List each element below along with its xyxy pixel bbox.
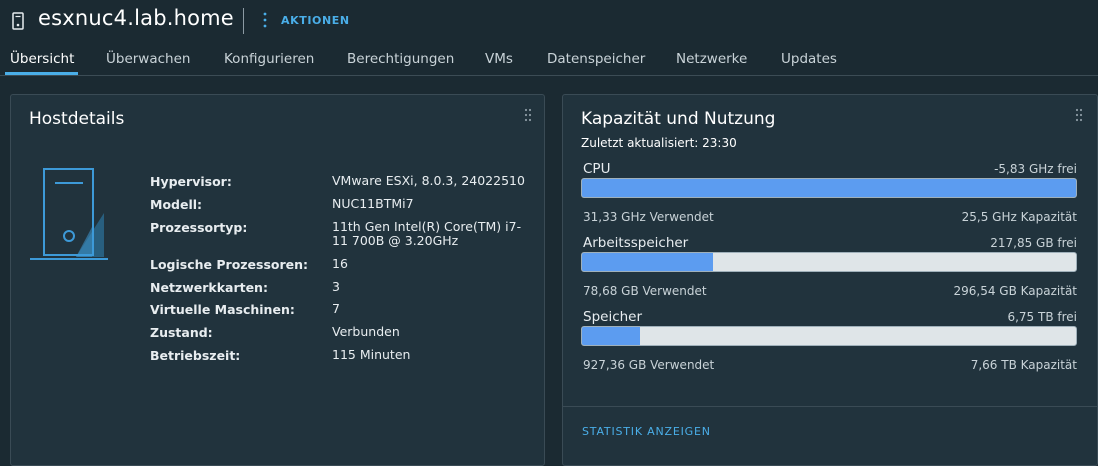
cpu-used: 31,33 GHz Verwendet bbox=[583, 210, 714, 224]
detail-value-processor-type: 11th Gen Intel(R) Core(TM) i7-11 700B @ … bbox=[332, 219, 522, 248]
storage-usage-bar bbox=[581, 326, 1077, 346]
server-illustration-icon bbox=[30, 168, 108, 260]
tab-updates[interactable]: Updates bbox=[781, 51, 837, 67]
card-footer-divider bbox=[563, 406, 1097, 407]
view-statistics-link[interactable]: STATISTIK ANZEIGEN bbox=[582, 425, 711, 438]
detail-label-virtual-machines: Virtuelle Maschinen: bbox=[150, 302, 295, 317]
detail-value-hypervisor: VMware ESXi, 8.0.3, 24022510 bbox=[332, 173, 525, 188]
memory-used: 78,68 GB Verwendet bbox=[583, 284, 707, 298]
actions-button[interactable]: AKTIONEN bbox=[281, 14, 350, 27]
storage-used: 927,36 GB Verwendet bbox=[583, 358, 715, 372]
host-details-title: Hostdetails bbox=[29, 109, 125, 129]
detail-label-model: Modell: bbox=[150, 197, 203, 212]
memory-capacity: 296,54 GB Kapazität bbox=[953, 284, 1077, 298]
detail-value-state: Verbunden bbox=[332, 324, 400, 339]
memory-usage-fill bbox=[582, 253, 713, 271]
detail-value-logical-processors: 16 bbox=[332, 256, 348, 271]
drag-handle-icon[interactable] bbox=[1075, 108, 1083, 122]
memory-label: Arbeitsspeicher bbox=[583, 235, 689, 251]
page-title: esxnuc4.lab.home bbox=[38, 6, 234, 30]
memory-free: 217,85 GB frei bbox=[990, 236, 1077, 250]
host-icon bbox=[12, 12, 24, 30]
drag-handle-icon[interactable] bbox=[524, 108, 532, 122]
tab-vms[interactable]: VMs bbox=[485, 51, 513, 67]
detail-label-uptime: Betriebszeit: bbox=[150, 348, 241, 363]
detail-value-virtual-machines: 7 bbox=[332, 301, 340, 316]
tab-configure[interactable]: Konfigurieren bbox=[224, 51, 314, 67]
tab-monitor[interactable]: Überwachen bbox=[106, 51, 190, 67]
cpu-usage-bar bbox=[581, 178, 1077, 198]
detail-label-processor-type: Prozessortyp: bbox=[150, 220, 248, 235]
tab-overview[interactable]: Übersicht bbox=[10, 51, 74, 67]
memory-usage-bar bbox=[581, 252, 1077, 272]
tab-networks[interactable]: Netzwerke bbox=[676, 51, 747, 67]
detail-label-logical-processors: Logische Prozessoren: bbox=[150, 257, 309, 272]
storage-capacity: 7,66 TB Kapazität bbox=[970, 358, 1077, 372]
tab-datastores[interactable]: Datenspeicher bbox=[547, 51, 645, 67]
kebab-menu-icon[interactable] bbox=[263, 12, 267, 28]
active-tab-indicator bbox=[5, 72, 78, 75]
detail-label-state: Zustand: bbox=[150, 325, 213, 340]
host-details-card: Hostdetails Hypervisor: VMware ESXi, 8.0… bbox=[10, 94, 545, 466]
tab-permissions[interactable]: Berechtigungen bbox=[347, 51, 454, 67]
page-header: esxnuc4.lab.home AKTIONEN bbox=[0, 0, 1098, 42]
cpu-label: CPU bbox=[583, 161, 611, 177]
detail-value-model: NUC11BTMi7 bbox=[332, 196, 414, 211]
last-updated-text: Zuletzt aktualisiert: 23:30 bbox=[581, 136, 737, 150]
cpu-capacity: 25,5 GHz Kapazität bbox=[961, 210, 1077, 224]
storage-label: Speicher bbox=[583, 309, 643, 325]
storage-free: 6,75 TB frei bbox=[1007, 310, 1077, 324]
title-divider bbox=[243, 8, 244, 34]
capacity-usage-card: Kapazität und Nutzung Zuletzt aktualisie… bbox=[562, 94, 1098, 466]
detail-value-network-cards: 3 bbox=[332, 279, 340, 294]
cpu-usage-fill bbox=[582, 179, 1076, 197]
storage-usage-fill bbox=[582, 327, 641, 345]
cpu-free: -5,83 GHz frei bbox=[994, 162, 1077, 176]
detail-label-hypervisor: Hypervisor: bbox=[150, 174, 232, 189]
detail-label-network-cards: Netzwerkkarten: bbox=[150, 280, 268, 295]
capacity-title: Kapazität und Nutzung bbox=[581, 109, 776, 129]
tab-bar: Übersicht Überwachen Konfigurieren Berec… bbox=[0, 42, 1098, 76]
detail-value-uptime: 115 Minuten bbox=[332, 347, 411, 362]
